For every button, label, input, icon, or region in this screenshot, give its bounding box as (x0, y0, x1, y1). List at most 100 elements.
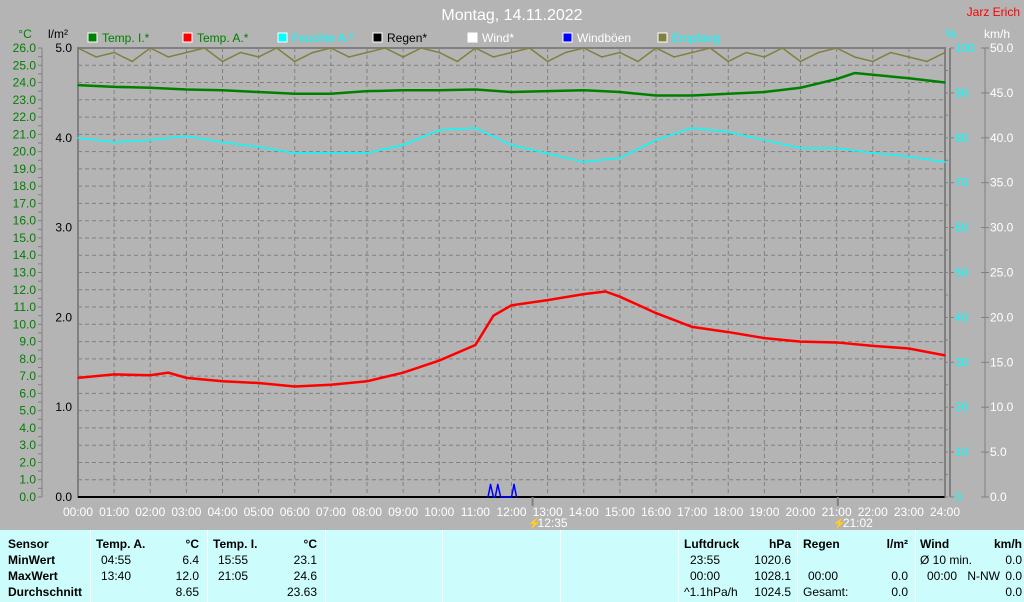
data-point (492, 56, 495, 58)
data-point (438, 359, 441, 362)
data-point (908, 77, 910, 80)
data-point (366, 152, 368, 154)
data-point (890, 51, 892, 54)
temp-tick-label: 7.0 (19, 369, 36, 383)
data-point (95, 56, 97, 58)
temp-a-header: Temp. A. (96, 537, 146, 551)
wind-tick-label: 45.0 (990, 86, 1014, 100)
wind-max-time: 00:00 (927, 569, 958, 583)
data-point (582, 161, 585, 163)
data-point (709, 47, 711, 49)
temp-a-max-time: 13:40 (101, 569, 132, 583)
temp-tick-label: 11.0 (14, 300, 37, 314)
temp-tick-label: 21.0 (13, 127, 37, 141)
data-point (438, 51, 441, 54)
legend-swatch (277, 32, 288, 43)
temp-i-max-time: 21:05 (218, 569, 249, 583)
x-tick-label: 07:00 (316, 505, 346, 519)
data-point (944, 161, 946, 163)
data-point (655, 139, 657, 141)
data-point (835, 341, 838, 344)
x-tick-label: 10:00 (424, 505, 454, 519)
data-point (546, 60, 549, 63)
data-point (203, 47, 206, 49)
legend-label-0: Temp. I.* (102, 31, 150, 45)
data-point (604, 290, 607, 293)
event-time-label: 12:35 (538, 516, 568, 530)
temp-tick-label: 0.0 (19, 490, 36, 504)
data-point (293, 152, 296, 154)
data-point (366, 51, 368, 54)
x-tick-label: 11:00 (461, 505, 490, 519)
legend-label-3: Regen* (387, 31, 427, 45)
temp-i-unit: °C (303, 537, 317, 551)
data-point (655, 312, 657, 314)
data-point (487, 496, 489, 498)
temp-i-header: Temp. I. (213, 537, 258, 551)
data-point (944, 354, 946, 357)
wind-tick-label: 30.0 (990, 221, 1014, 235)
legend-label-4: Wind* (482, 31, 514, 45)
data-point (221, 380, 224, 383)
temp-i-max: 24.6 (293, 569, 317, 583)
humidity-tick-label: 50 (955, 266, 969, 280)
data-point (293, 60, 296, 63)
data-point (835, 147, 838, 149)
x-tick-label: 08:00 (352, 505, 382, 519)
temp-tick-label: 5.0 (19, 404, 36, 418)
data-point (799, 60, 802, 63)
data-point (853, 72, 856, 74)
chart-title: Montag, 14.11.2022 (441, 7, 582, 24)
temp-a-unit: °C (185, 537, 199, 551)
pressure-max: 1028.1 (754, 569, 791, 583)
data-point (546, 152, 549, 155)
temp-tick-label: 25.0 (13, 58, 37, 72)
data-point (655, 47, 657, 49)
data-point (494, 496, 497, 498)
wind-total: 0.0 (1005, 585, 1022, 599)
data-point (330, 92, 332, 95)
data-point (513, 483, 515, 486)
row-min-label: MinWert (8, 553, 56, 567)
data-point (348, 56, 350, 58)
row-avg-label: Durchschnitt (8, 585, 83, 599)
rain-header: Regen (803, 537, 840, 551)
data-point (474, 344, 477, 346)
data-point (817, 51, 820, 54)
rain-tick-label: 2.0 (55, 310, 72, 324)
data-point (257, 91, 260, 93)
data-point (619, 91, 621, 93)
data-point (853, 56, 856, 58)
data-point (727, 92, 730, 95)
temp-tick-label: 12.0 (13, 283, 37, 297)
temp-tick-label: 2.0 (19, 455, 36, 469)
data-point (77, 137, 79, 139)
data-point (149, 86, 152, 89)
data-point (456, 60, 459, 63)
data-point (77, 377, 79, 379)
event-time-label: 21:02 (843, 516, 873, 530)
temp-i-min: 23.1 (293, 553, 317, 567)
data-point (799, 86, 802, 89)
rain-tick-label: 5.0 (55, 41, 72, 55)
data-point (221, 141, 224, 144)
data-point (420, 47, 422, 49)
data-point (908, 155, 910, 158)
data-point (763, 337, 766, 339)
data-point (908, 56, 910, 58)
temp-a-avg: 8.65 (175, 585, 199, 599)
temp-tick-label: 22.0 (13, 110, 37, 124)
data-point (384, 47, 386, 49)
rain-max: 0.0 (891, 569, 908, 583)
temp-tick-label: 6.0 (19, 386, 36, 400)
wind-header: Wind (920, 537, 950, 551)
x-tick-label: 04:00 (207, 505, 237, 519)
data-point (131, 60, 133, 63)
data-point (835, 78, 838, 80)
data-point (691, 127, 693, 129)
legend-swatch (372, 32, 383, 43)
humidity-tick-label: 30 (955, 355, 969, 369)
data-point (402, 89, 404, 92)
data-point (402, 371, 404, 374)
x-tick-label: 02:00 (135, 505, 165, 519)
